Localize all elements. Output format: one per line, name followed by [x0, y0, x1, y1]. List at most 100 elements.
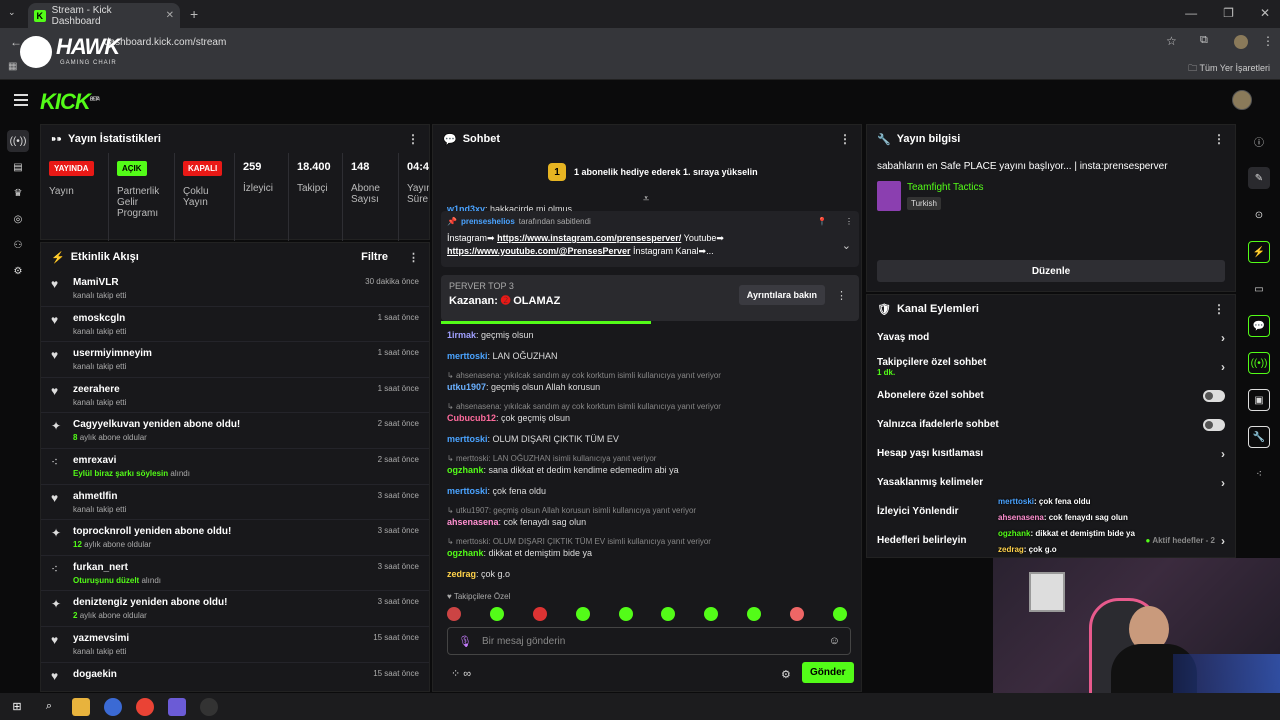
pinned-youtube-link[interactable]: https://www.youtube.com/@PrensesPerver	[447, 246, 631, 256]
all-bookmarks[interactable]: 🗀 Tüm Yer İşaretleri	[1188, 61, 1270, 77]
close-tab-icon[interactable]: ✕	[166, 10, 174, 21]
analytics-icon[interactable]: ▤	[7, 156, 29, 178]
chat-bubble-rail-icon[interactable]: 💬	[1248, 315, 1270, 337]
message-user[interactable]: ogzhank	[447, 548, 484, 558]
message-user[interactable]: Cubucub12	[447, 413, 496, 423]
pinned-menu-icon[interactable]: ⋮	[845, 217, 853, 226]
chevron-right-icon[interactable]: ›	[1221, 360, 1225, 374]
prediction-menu-icon[interactable]: ⋮	[836, 289, 847, 302]
activity-item[interactable]: ✦ Cagyyelkuvan yeniden abone oldu! 8 ayl…	[41, 413, 429, 449]
chat-tools-icon[interactable]: ⁘ ∞	[451, 667, 471, 680]
send-button[interactable]: Gönder	[802, 662, 854, 683]
mic-icon[interactable]: 🎙	[458, 635, 472, 648]
users-icon[interactable]: ⚇	[7, 234, 29, 256]
emoji-picker-icon[interactable]: ☺	[829, 635, 840, 647]
extensions-icon[interactable]: ⧉	[1200, 34, 1208, 47]
category-link[interactable]: Teamfight Tactics	[907, 182, 984, 193]
media-icon[interactable]: ▣	[1248, 389, 1270, 411]
channel-action-item[interactable]: Takipçilere özel sohbet 1 dk. ›	[867, 352, 1235, 381]
tab-list-icon[interactable]: ⌄	[8, 7, 16, 18]
profile-icon[interactable]	[1234, 35, 1248, 49]
channel-action-item[interactable]: Yasaklanmış kelimeler ›	[867, 468, 1235, 497]
pinned-by-user[interactable]: prenseshelios	[461, 217, 515, 226]
expand-pinned-icon[interactable]: ⌄	[842, 239, 851, 252]
activity-item[interactable]: ♥ MamiVLR kanalı takip etti 30 dakika ön…	[41, 271, 429, 307]
activity-item[interactable]: ♥ yazmevsimi kanalı takip etti 15 saat ö…	[41, 627, 429, 663]
emote-1-icon[interactable]	[447, 607, 461, 621]
tools-icon[interactable]: 🔧	[1248, 426, 1270, 448]
apps-icon[interactable]: ▦	[8, 61, 17, 72]
document-icon[interactable]: ▭	[1248, 278, 1270, 300]
message-user[interactable]: zedrag	[447, 569, 476, 579]
browser-menu-icon[interactable]: ⋮	[1262, 34, 1274, 48]
activity-item[interactable]: ♥ zeerahere kanalı takip etti 1 saat önc…	[41, 378, 429, 414]
message-user[interactable]: utku1907	[447, 382, 486, 392]
channel-action-item[interactable]: Yalnızca ifadelerle sohbet	[867, 410, 1235, 439]
unpin-icon[interactable]: 📍	[817, 217, 827, 226]
emote-5-icon[interactable]	[618, 607, 633, 621]
channel-actions-menu-icon[interactable]: ⋮	[1213, 302, 1225, 316]
browser-tab[interactable]: K Stream - Kick Dashboard ✕	[28, 3, 180, 28]
collapse-icon[interactable]: ⩡	[643, 193, 649, 206]
user-avatar[interactable]	[1232, 90, 1252, 110]
maximize-icon[interactable]: ❐	[1223, 6, 1234, 20]
message-user[interactable]: ogzhank	[447, 465, 484, 475]
stream-broadcast-icon[interactable]: ((•))	[7, 130, 29, 152]
chat-menu-icon[interactable]: ⋮	[839, 132, 851, 146]
settings-gear-icon[interactable]: ⚙	[7, 260, 29, 282]
minimize-icon[interactable]: —	[1185, 6, 1197, 20]
moderation-icon[interactable]: ◎	[7, 208, 29, 230]
activity-item[interactable]: ♥ emoskcgln kanalı takip etti 1 saat önc…	[41, 307, 429, 343]
trophy-icon[interactable]: ♛	[7, 182, 29, 204]
category-thumbnail[interactable]	[877, 181, 901, 211]
discord-icon[interactable]	[168, 697, 186, 716]
emote-10-icon[interactable]	[832, 607, 847, 621]
chrome-icon[interactable]	[136, 697, 154, 716]
kick-logo[interactable]: KICKBETA	[40, 89, 100, 115]
emote-4-icon[interactable]	[575, 607, 590, 621]
chevron-right-icon[interactable]: ›	[1221, 476, 1225, 490]
message-user[interactable]: merttoski	[447, 486, 488, 496]
chevron-right-icon[interactable]: ›	[1221, 534, 1225, 548]
pinned-instagram-link[interactable]: https://www.instagram.com/prensesperver/	[497, 233, 681, 243]
file-explorer-icon[interactable]	[72, 697, 90, 716]
message-user[interactable]: ahsenasena	[447, 517, 499, 527]
add-widget-icon[interactable]: ⁖	[1248, 463, 1270, 485]
bolt-icon[interactable]: ⚡	[1248, 241, 1270, 263]
toggle-switch[interactable]	[1203, 418, 1225, 431]
activity-item[interactable]: ⁖ furkan_nert Oturuşunu düzelt alındı 3 …	[41, 556, 429, 592]
windows-start-icon[interactable]: ⊞	[8, 698, 26, 716]
emote-3-icon[interactable]	[532, 607, 547, 621]
menu-icon[interactable]	[14, 94, 28, 106]
url-field[interactable]: dashboard.kick.com/stream	[104, 32, 1184, 52]
toggle-switch[interactable]	[1203, 389, 1225, 402]
activity-item[interactable]: ♥ usermiyimneyim kanalı takip etti 1 saa…	[41, 342, 429, 378]
emote-9-icon[interactable]	[790, 607, 804, 621]
chat-input[interactable]: 🎙 Bir mesaj gönderin ☺	[447, 627, 851, 655]
emote-7-icon[interactable]	[704, 607, 719, 621]
camera-icon[interactable]: ⊙	[1248, 204, 1270, 226]
broadcast-icon[interactable]: ((•))	[1248, 352, 1270, 374]
channel-action-item[interactable]: Hesap yaşı kısıtlaması ›	[867, 439, 1235, 468]
obs-icon[interactable]	[200, 697, 218, 716]
gift-banner[interactable]: 1 1 abonelik hediye ederek 1. sıraya yük…	[548, 163, 758, 181]
stream-info-menu-icon[interactable]: ⋮	[1213, 132, 1225, 146]
chevron-right-icon[interactable]: ›	[1221, 447, 1225, 461]
message-user[interactable]: merttoski	[447, 434, 488, 444]
emote-8-icon[interactable]	[747, 607, 762, 621]
channel-action-item[interactable]: Yavaş mod ›	[867, 323, 1235, 352]
channel-action-item[interactable]: Abonelere özel sohbet	[867, 381, 1235, 410]
chat-settings-icon[interactable]: ⚙	[781, 668, 791, 681]
info-icon[interactable]: ⓘ	[1248, 130, 1270, 152]
new-tab-icon[interactable]: +	[190, 6, 198, 22]
emote-6-icon[interactable]	[661, 607, 676, 621]
activity-item[interactable]: ♥ dogaekin 15 saat önce	[41, 663, 429, 691]
chevron-right-icon[interactable]: ›	[1221, 331, 1225, 345]
activity-item[interactable]: ♥ ahmetlfin kanalı takip etti 3 saat önc…	[41, 485, 429, 521]
activity-item[interactable]: ⁖ emrexavi Eylül biraz şarkı söylesin al…	[41, 449, 429, 485]
prediction-details-button[interactable]: Ayrıntılara bakın	[738, 285, 825, 305]
message-user[interactable]: merttoski	[447, 351, 488, 361]
edit-button[interactable]: Düzenle	[877, 260, 1225, 282]
activity-menu-icon[interactable]: ⋮	[408, 251, 419, 264]
app-icon[interactable]	[104, 697, 122, 716]
